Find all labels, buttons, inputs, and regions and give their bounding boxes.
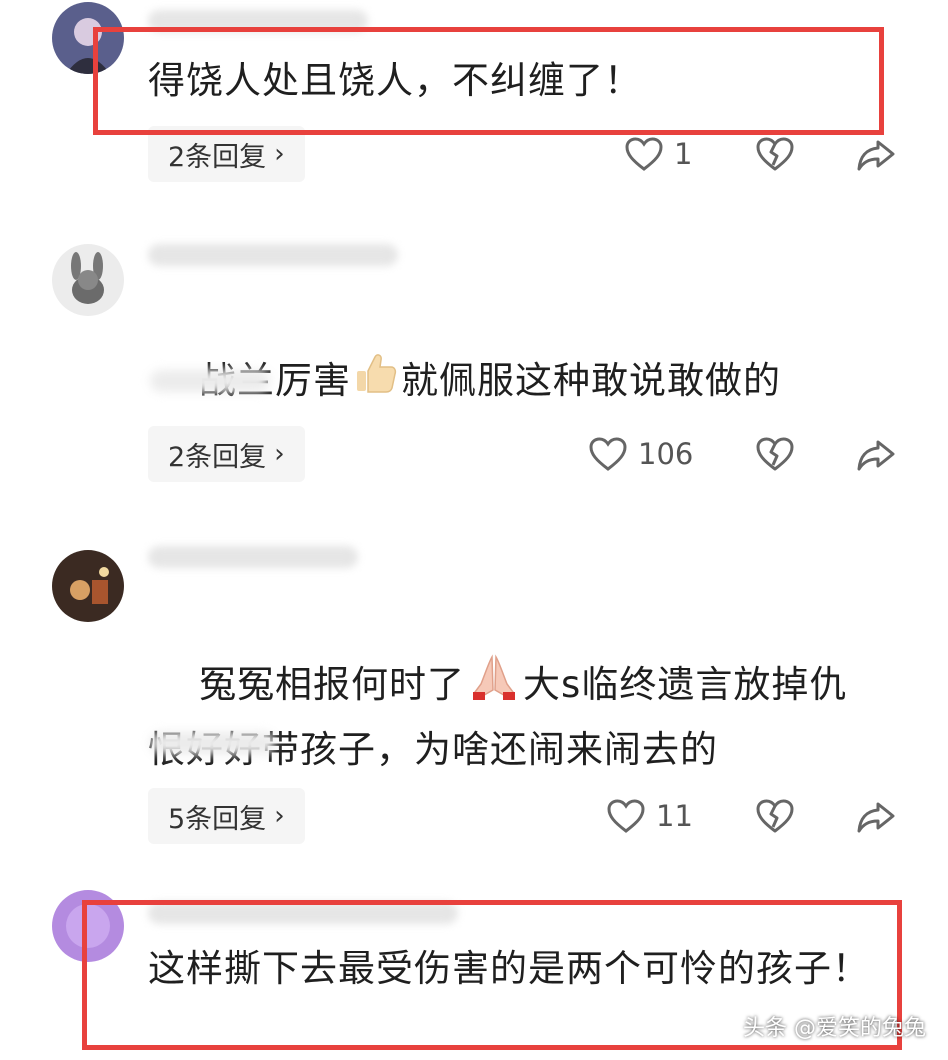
comment-meta xyxy=(150,370,270,392)
share-button[interactable] xyxy=(856,424,896,484)
avatar[interactable] xyxy=(52,550,124,622)
username[interactable] xyxy=(148,546,358,568)
comment-text-part: 就佩服这种敢说敢做的 xyxy=(401,359,782,402)
broken-heart-icon xyxy=(756,137,794,171)
like-count: 106 xyxy=(638,437,694,471)
heart-outline-icon xyxy=(607,799,645,833)
thumbs-up-icon xyxy=(353,351,399,414)
comment-meta xyxy=(150,732,275,754)
like-button[interactable]: 11 xyxy=(606,786,693,846)
share-arrow-icon xyxy=(857,802,895,833)
heart-outline-icon xyxy=(589,437,627,471)
dislike-button[interactable] xyxy=(755,424,795,484)
highlight-box xyxy=(93,27,884,135)
comment-actions: 11 xyxy=(0,786,948,846)
like-button[interactable]: 106 xyxy=(588,424,693,484)
broken-heart-icon xyxy=(756,799,794,833)
like-count: 11 xyxy=(656,799,693,833)
share-button[interactable] xyxy=(856,786,896,846)
share-arrow-icon xyxy=(857,140,895,171)
like-count: 1 xyxy=(674,137,693,171)
username[interactable] xyxy=(148,244,398,266)
dislike-button[interactable] xyxy=(755,786,795,846)
share-arrow-icon xyxy=(857,440,895,471)
watermark: 头条 @爱笑的兔兔 xyxy=(743,1016,926,1041)
heart-outline-icon xyxy=(625,137,663,171)
comment-actions: 106 xyxy=(0,424,948,484)
avatar[interactable] xyxy=(52,244,124,316)
broken-heart-icon xyxy=(756,437,794,471)
praying-hands-icon xyxy=(467,654,521,719)
comment-text-part: 冤冤相报何时了 xyxy=(199,663,466,706)
